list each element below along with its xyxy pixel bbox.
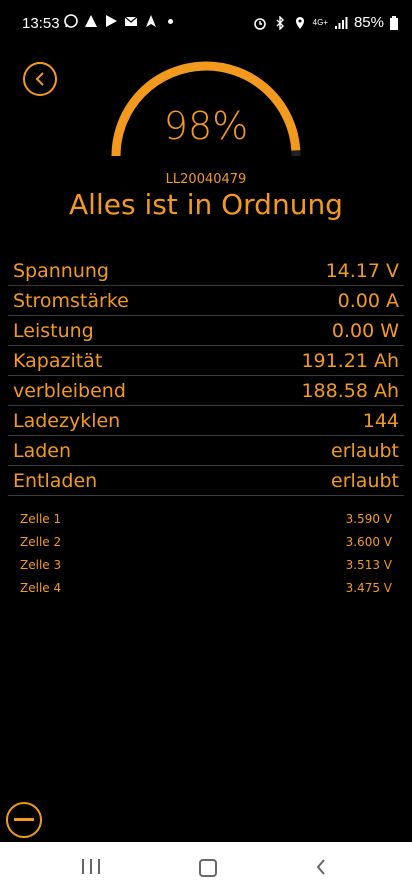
cell-voltage: 3.513 V bbox=[345, 557, 392, 572]
system-icons: 4G+ 85% bbox=[253, 14, 398, 31]
notification-icons bbox=[64, 14, 173, 28]
reading-value: erlaubt bbox=[331, 439, 399, 462]
cell-label: Zelle 1 bbox=[20, 511, 62, 526]
reading-label: Stromstärke bbox=[13, 289, 129, 312]
disconnect-button[interactable] bbox=[6, 802, 42, 838]
status-time: 13:53 bbox=[22, 15, 60, 32]
reading-row: Ladezyklen 144 bbox=[8, 406, 404, 436]
navigation-icon bbox=[146, 15, 156, 27]
signal-icon bbox=[334, 16, 348, 29]
alarm-icon bbox=[253, 17, 266, 30]
cell-voltage: 3.590 V bbox=[345, 511, 392, 526]
mail-icon bbox=[124, 16, 138, 26]
status-bar: 13:53 4G+ 85% bbox=[0, 0, 412, 46]
app-triangle-icon bbox=[85, 15, 97, 27]
cell-row: Zelle 2 3.600 V bbox=[20, 530, 392, 553]
system-navigation-bar bbox=[0, 842, 412, 892]
play-icon bbox=[106, 15, 117, 27]
cell-voltages-list: Zelle 1 3.590 V Zelle 2 3.600 V Zelle 3 3.513… bbox=[20, 507, 392, 599]
home-button[interactable] bbox=[199, 859, 217, 877]
back-button[interactable] bbox=[23, 62, 57, 96]
reading-label: verbleibend bbox=[13, 379, 126, 402]
reading-row: Leistung 0.00 W bbox=[8, 316, 404, 346]
system-back-button[interactable] bbox=[314, 858, 328, 876]
cell-label: Zelle 4 bbox=[20, 580, 62, 595]
reading-value: 188.58 Ah bbox=[301, 379, 399, 402]
network-type: 4G+ bbox=[312, 18, 328, 27]
device-id: LL20040479 bbox=[165, 172, 247, 187]
battery-percentage: 85% bbox=[353, 14, 384, 31]
location-icon bbox=[295, 16, 304, 29]
reading-value: 14.17 V bbox=[325, 259, 399, 282]
readings-list: Spannung 14.17 V Stromstärke 0.00 A Leistung… bbox=[8, 256, 404, 496]
cell-voltage: 3.475 V bbox=[345, 580, 392, 595]
charge-percentage: 98% bbox=[163, 104, 249, 148]
cell-voltage: 3.600 V bbox=[345, 534, 392, 549]
reading-value: 0.00 A bbox=[337, 289, 399, 312]
reading-label: Leistung bbox=[13, 319, 94, 342]
reading-value: erlaubt bbox=[331, 469, 399, 492]
reading-row: Stromstärke 0.00 A bbox=[8, 286, 404, 316]
cell-row: Zelle 3 3.513 V bbox=[20, 553, 392, 576]
reading-label: Kapazität bbox=[13, 349, 103, 372]
reading-label: Ladezyklen bbox=[13, 409, 121, 432]
cell-row: Zelle 4 3.475 V bbox=[20, 576, 392, 599]
status-message: Alles ist in Ordnung bbox=[69, 188, 343, 221]
reading-value: 144 bbox=[362, 409, 399, 432]
cell-row: Zelle 1 3.590 V bbox=[20, 507, 392, 530]
reading-value: 0.00 W bbox=[331, 319, 399, 342]
reading-row: Spannung 14.17 V bbox=[8, 256, 404, 286]
battery-icon bbox=[390, 15, 398, 30]
cell-label: Zelle 3 bbox=[20, 557, 62, 572]
recents-button[interactable] bbox=[82, 859, 100, 874]
bluetooth-icon bbox=[276, 15, 284, 30]
reading-label: Laden bbox=[13, 439, 72, 462]
reading-row: verbleibend 188.58 Ah bbox=[8, 376, 404, 406]
more-notifications-dot bbox=[168, 18, 173, 24]
whatsapp-icon bbox=[64, 14, 78, 28]
reading-row: Laden erlaubt bbox=[8, 436, 404, 466]
chevron-left-icon bbox=[35, 72, 44, 86]
reading-row: Kapazität 191.21 Ah bbox=[8, 346, 404, 376]
reading-label: Spannung bbox=[13, 259, 109, 282]
reading-label: Entladen bbox=[13, 469, 98, 492]
reading-row: Entladen erlaubt bbox=[8, 466, 404, 496]
cell-label: Zelle 2 bbox=[20, 534, 62, 549]
reading-value: 191.21 Ah bbox=[301, 349, 399, 372]
